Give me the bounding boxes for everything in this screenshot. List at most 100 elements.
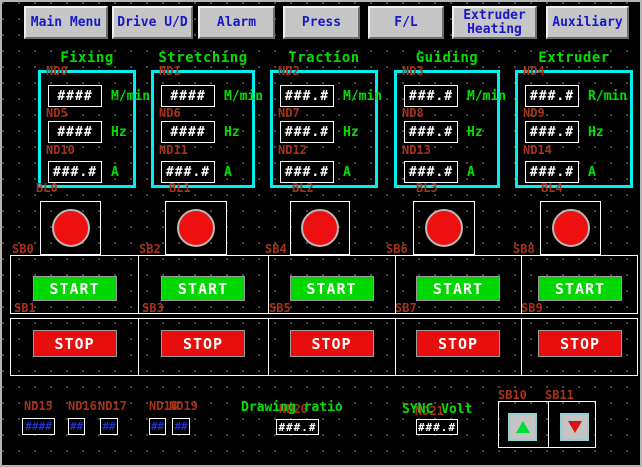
value-row: ###.#A [404,161,475,183]
drawing-ratio-label: Drawing ratio [241,400,343,415]
lamp-cell [413,201,475,255]
pilot-lamp [552,209,590,247]
lamp-cell [540,201,601,255]
unit-label: M/min [467,89,506,104]
nd-label: ND3 [402,64,424,78]
stop-button-extruder[interactable]: STOP [538,330,622,357]
value-row: ####Hz [48,121,127,143]
section-panel-guiding: ND3###.#M/minND8###.#HzND13###.#A [394,70,500,188]
nd-label: ND0 [46,64,68,78]
stop-button-stretching[interactable]: STOP [161,330,245,357]
nav-button-main-menu[interactable]: Main Menu [24,6,108,39]
nd-label: ND17 [98,399,127,413]
cell-divider [138,319,139,375]
hmi-screen: Main MenuDrive U/DAlarmPressF/LExtruder … [0,0,642,467]
nd-label: ND11 [159,143,188,157]
value-row: ###.#Hz [280,121,359,143]
section-panel-fixing: ND0####M/minND5####HzND10###.#A [38,70,136,188]
nd-label: ND4 [523,64,545,78]
section-panel-extruder: ND4###.#R/minND9###.#HzND14###.#A [515,70,633,188]
cell-divider [548,402,549,447]
lamp-label: BL1 [169,181,191,195]
nav-button-drive-u-d[interactable]: Drive U/D [112,6,193,39]
value-row: ###.#A [161,161,232,183]
nd-label: ND9 [523,106,545,120]
section-title-fixing: Fixing [38,50,136,64]
unit-label: A [111,165,119,180]
section-title-stretching: Stretching [151,50,255,64]
unit-label: A [343,165,351,180]
start-button-extruder[interactable]: START [538,276,622,301]
unit-label: A [224,165,232,180]
unit-label: Hz [111,125,127,140]
nd-label: ND8 [402,106,424,120]
nd-label: ND19 [169,399,198,413]
value-row: ###.# A [48,161,119,183]
cell-divider [395,256,396,313]
unit-label: Hz [224,125,240,140]
lamp-label: BL0 [36,181,58,195]
numeric-display: ###.# [48,161,102,183]
stop-button-fixing[interactable]: STOP [33,330,117,357]
lamp-cell [40,201,101,255]
start-button-stretching[interactable]: START [161,276,245,301]
nd-label: ND5 [46,106,68,120]
nd-label: ND16 [68,399,97,413]
value-row: ###.#M/min [280,85,382,107]
section-title-extruder: Extruder [515,50,633,64]
cell-divider [521,319,522,375]
nd-label: ND10 [46,143,75,157]
numeric-display: ###.# [525,161,579,183]
nav-button-f-l[interactable]: F/L [368,6,444,39]
lamp-cell [290,201,350,255]
nd-label: ND14 [523,143,552,157]
unit-label: R/min [588,89,627,104]
cell-divider [268,256,269,313]
numeric-display: #### [48,85,102,107]
stop-button-band: STOP STOP STOP STOP STOP [10,318,638,376]
numeric-display: ## [100,418,118,435]
sync-volt-label: SYNC Volt [402,402,472,417]
nav-button-auxiliary[interactable]: Auxiliary [546,6,629,39]
numeric-display: ## [149,418,166,435]
stop-button-guiding[interactable]: STOP [416,330,500,357]
speed-down-button[interactable] [560,413,589,441]
numeric-display: ###.# [525,121,579,143]
start-button-fixing[interactable]: START [33,276,117,301]
start-button-traction[interactable]: START [290,276,374,301]
speed-up-button[interactable] [508,413,537,441]
nd-label: ND13 [402,143,431,157]
button-label: SB0 [12,242,34,256]
section-title-traction: Traction [270,50,378,64]
numeric-display: #### [161,85,215,107]
value-row: ###.# R/min [525,85,627,107]
unit-label: M/min [111,89,150,104]
cell-divider [521,256,522,313]
numeric-display: ###.# [280,161,334,183]
unit-label: A [588,165,596,180]
button-label: SB11 [545,388,574,402]
nav-button-extruder-heating[interactable]: Extruder Heating [452,6,537,39]
nd-label: ND2 [278,64,300,78]
updown-button-group [498,401,596,448]
button-label: SB8 [513,242,535,256]
nd-label: ND7 [278,106,300,120]
value-row: ###.#M/min [404,85,506,107]
section-title-guiding: Guiding [394,50,500,64]
lamp-label: BL4 [541,181,563,195]
unit-label: Hz [467,125,483,140]
down-triangle-icon [568,421,582,433]
numeric-display: ###.# [525,85,579,107]
value-row: ###.#Hz [404,121,483,143]
nav-button-alarm[interactable]: Alarm [198,6,275,39]
numeric-display: #### [22,418,55,435]
nd-label: ND15 [24,399,53,413]
start-button-band: START START START START START [10,255,638,314]
unit-label: A [467,165,475,180]
nd-label: ND12 [278,143,307,157]
start-button-guiding[interactable]: START [416,276,500,301]
stop-button-traction[interactable]: STOP [290,330,374,357]
section-panel-stretching: ND1####M/minND6####HzND11###.#A [151,70,255,188]
value-row: ###.# A [280,161,351,183]
nav-button-press[interactable]: Press [283,6,360,39]
